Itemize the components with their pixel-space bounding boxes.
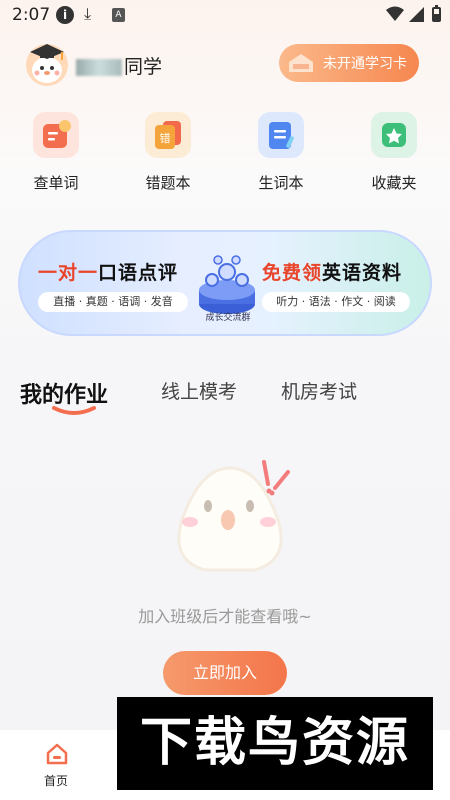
quick-action-label: 生词本: [258, 174, 304, 192]
quick-action-vocabulary-book[interactable]: 生词本: [241, 112, 321, 193]
vocabulary-book-icon: [258, 112, 304, 158]
wrong-book-icon: 错: [145, 112, 191, 158]
empty-state-message: 加入班级后才能查看哦~: [138, 607, 312, 626]
banner-left-tags: 直播 · 真题 · 语调 · 发音: [38, 292, 188, 312]
status-bar: 2:07 i ⤓ A: [0, 0, 450, 30]
avatar[interactable]: [24, 40, 70, 86]
quick-action-wrong-book[interactable]: 错 错题本: [128, 112, 208, 193]
study-card-button[interactable]: 未开通学习卡: [279, 44, 419, 82]
app-title: 同学: [76, 52, 162, 79]
banner-middle-label: 成长交流群: [205, 313, 251, 323]
house-card-icon: [289, 54, 313, 72]
quick-action-favorites[interactable]: 收藏夹: [354, 112, 434, 193]
wifi-icon: [386, 6, 404, 21]
banner-left-title: 一对一口语点评: [38, 258, 178, 285]
join-class-button[interactable]: 立即加入: [163, 651, 287, 695]
tab-lab-exam[interactable]: 机房考试: [281, 377, 357, 404]
nav-home-label[interactable]: 首页: [30, 772, 82, 789]
banner-right-title-text: 英语资料: [322, 262, 403, 284]
signal-icon: [409, 7, 424, 22]
banner-right-title: 免费领英语资料: [262, 258, 402, 285]
text-a-icon: A: [112, 8, 125, 22]
svg-text:错: 错: [160, 131, 171, 145]
quick-action-dictionary[interactable]: 查单词: [16, 112, 96, 193]
blurred-app-name: [76, 59, 122, 76]
study-card-label: 未开通学习卡: [323, 56, 407, 72]
promo-banner[interactable]: 一对一口语点评 直播 · 真题 · 语调 · 发音 成长交流群 免费领英语资料 …: [18, 230, 432, 336]
banner-left-title-highlight: 一对一: [38, 262, 99, 284]
tab-online-mock-exam[interactable]: 线上模考: [161, 377, 237, 404]
download-icon: ⤓: [84, 4, 92, 23]
battery-icon: [432, 5, 441, 22]
tab-active-indicator: [52, 406, 96, 415]
banner-right-title-highlight: 免费领: [262, 262, 323, 284]
favorites-star-icon: [371, 112, 417, 158]
info-icon: i: [56, 6, 74, 24]
home-icon[interactable]: [45, 742, 69, 766]
banner-right-tags: 听力 · 语法 · 作文 · 阅读: [262, 292, 410, 312]
app-name-suffix: 同学: [124, 56, 163, 78]
watermark: 下载鸟资源: [117, 697, 433, 790]
banner-left-title-text: 口语点评: [98, 262, 179, 284]
quick-action-label: 查单词: [33, 174, 79, 192]
quick-action-label: 错题本: [145, 174, 191, 192]
empty-state-mascot-icon: [177, 460, 290, 572]
dictionary-icon: [33, 112, 79, 158]
status-time: 2:07: [12, 5, 51, 25]
quick-action-label: 收藏夹: [371, 174, 417, 192]
